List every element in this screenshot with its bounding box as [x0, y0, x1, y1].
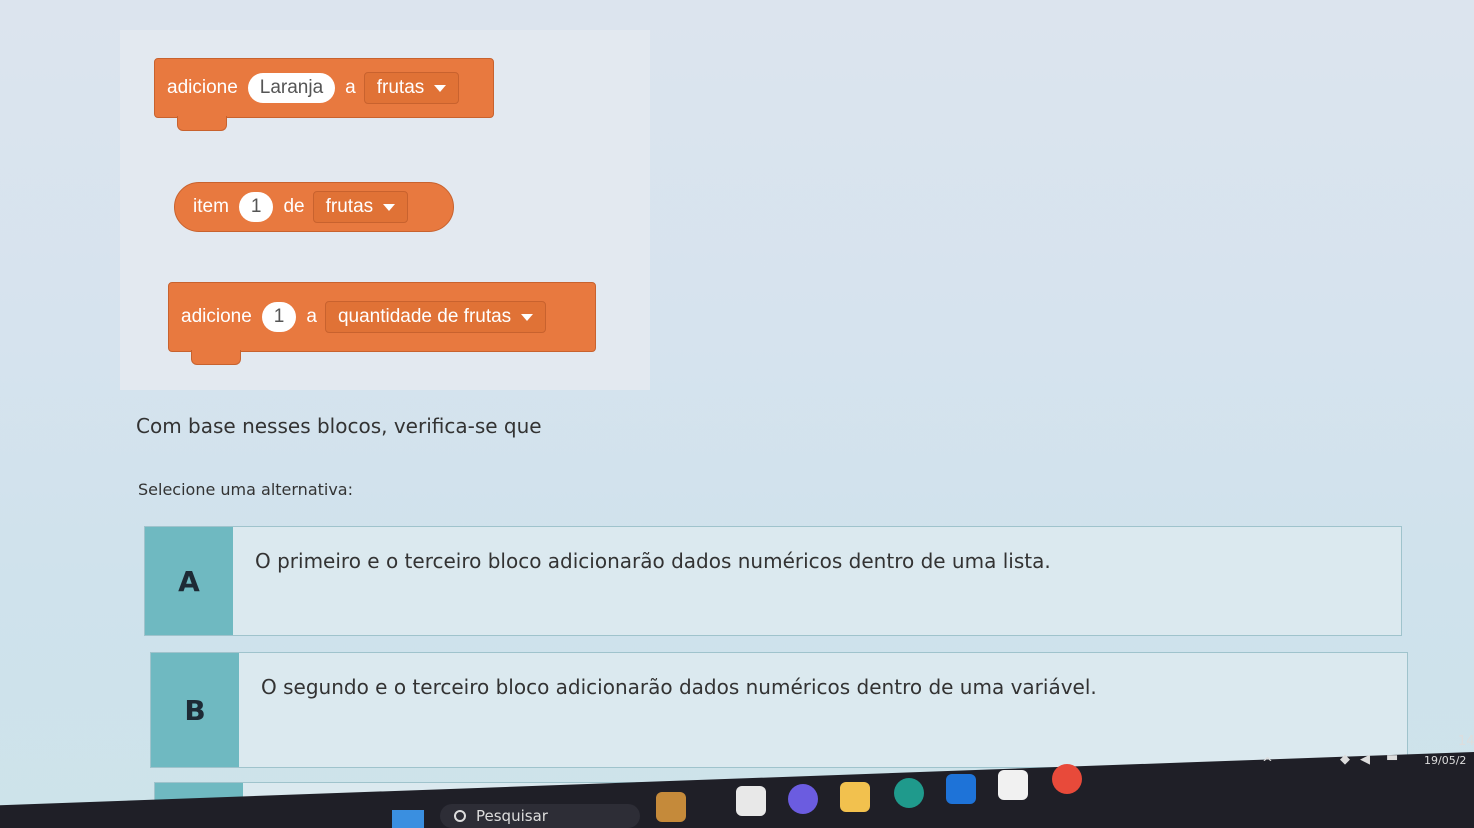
block-word: de [283, 196, 305, 217]
answer-text: O primeiro e o terceiro bloco adicionarã… [255, 549, 1051, 573]
add-to-variable-block[interactable]: adicione 1 a quantidade de frutas [168, 282, 596, 365]
answer-letter: B [151, 653, 239, 767]
store-icon[interactable] [998, 770, 1028, 800]
item-of-list-block[interactable]: item 1 de frutas [174, 182, 454, 232]
variable-dropdown-label: quantidade de frutas [337, 306, 512, 327]
question-text: Com base nesses blocos, verifica-se que [136, 414, 542, 438]
block-word: adicione [181, 306, 252, 327]
block-word: adicione [167, 77, 238, 98]
answer-option-b[interactable]: B O segundo e o terceiro bloco adicionar… [150, 652, 1408, 768]
search-icon [454, 810, 466, 822]
variable-dropdown[interactable]: quantidade de frutas [324, 301, 547, 333]
tray-battery-icon[interactable]: ▬ [1386, 750, 1398, 765]
copilot-icon[interactable] [788, 784, 818, 814]
windows-start-icon[interactable] [392, 810, 424, 828]
tray-network-icon[interactable]: ◆ [1340, 752, 1350, 767]
tray-volume-icon[interactable]: ◀ [1360, 752, 1370, 767]
caret-down-icon [521, 313, 534, 321]
block-word: item [193, 196, 229, 217]
tray-time[interactable]: 14 [1458, 734, 1474, 749]
add-to-list-block[interactable]: adicione Laranja a frutas [154, 58, 494, 131]
edge-icon[interactable] [894, 778, 924, 808]
block-word: a [306, 306, 317, 327]
block-word: a [345, 77, 356, 98]
list-dropdown[interactable]: frutas [363, 72, 460, 104]
caret-down-icon [434, 84, 447, 92]
search-label: Pesquisar [476, 807, 548, 825]
answer-letter: A [145, 527, 233, 635]
value-input[interactable]: Laranja [247, 73, 336, 103]
tray-chevron-up-icon[interactable]: ^ [1262, 756, 1273, 771]
list-dropdown-label: frutas [325, 196, 374, 217]
index-input[interactable]: 1 [238, 192, 274, 222]
outlook-icon[interactable] [946, 774, 976, 804]
tray-date[interactable]: 19/05/2 [1424, 754, 1466, 767]
instruction-text: Selecione uma alternativa: [138, 480, 353, 499]
file-explorer-icon[interactable] [840, 782, 870, 812]
taskbar-search[interactable]: Pesquisar [440, 804, 640, 828]
value-input[interactable]: 1 [261, 302, 297, 332]
answer-option-a[interactable]: A O primeiro e o terceiro bloco adiciona… [144, 526, 1402, 636]
answer-text: O segundo e o terceiro bloco adicionarão… [261, 675, 1097, 699]
widgets-icon[interactable] [656, 792, 686, 822]
task-view-icon[interactable] [736, 786, 766, 816]
chrome-icon[interactable] [1052, 764, 1082, 794]
list-dropdown-label: frutas [376, 77, 425, 98]
caret-down-icon [383, 203, 396, 211]
list-dropdown[interactable]: frutas [312, 191, 409, 223]
